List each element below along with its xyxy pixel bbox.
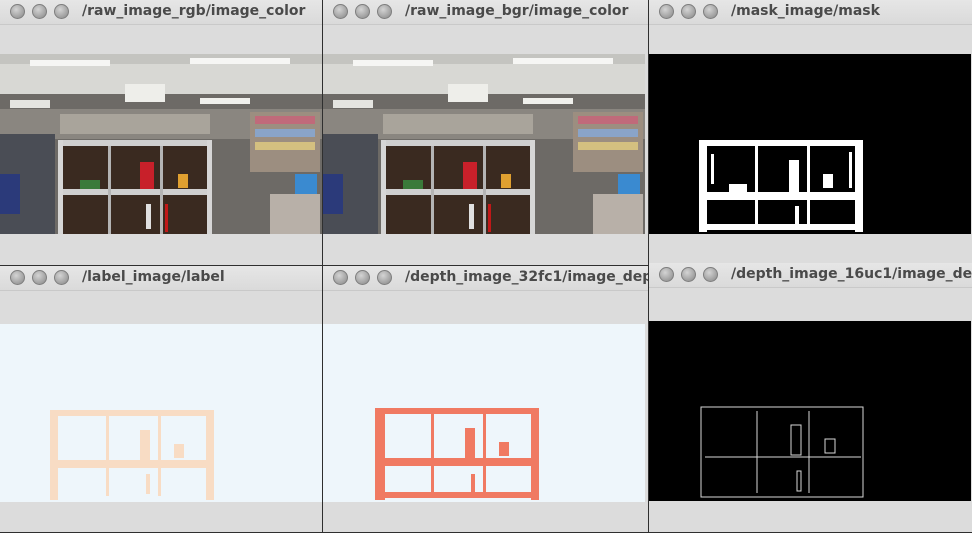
minimize-button[interactable] bbox=[355, 4, 370, 19]
window-raw-image-rgb[interactable]: /raw_image_rgb/image_color bbox=[0, 0, 323, 266]
close-button[interactable] bbox=[659, 4, 674, 19]
window-title: /depth_image_32fc1/image_depth bbox=[405, 269, 649, 285]
maximize-button[interactable] bbox=[54, 270, 69, 285]
mask-image bbox=[649, 54, 971, 234]
window-depth-image-16uc1[interactable]: /depth_image_16uc1/image_depth bbox=[649, 263, 972, 533]
close-button[interactable] bbox=[333, 4, 348, 19]
close-button[interactable] bbox=[659, 267, 674, 282]
window-titlebar[interactable]: /mask_image/mask bbox=[649, 0, 972, 25]
window-depth-image-32fc1[interactable]: /depth_image_32fc1/image_depth bbox=[323, 266, 649, 533]
minimize-button[interactable] bbox=[681, 4, 696, 19]
window-titlebar[interactable]: /label_image/label bbox=[0, 266, 322, 291]
window-title: /mask_image/mask bbox=[731, 3, 880, 19]
close-button[interactable] bbox=[10, 270, 25, 285]
depth-16uc1-image bbox=[649, 321, 971, 501]
window-title: /label_image/label bbox=[82, 269, 225, 285]
window-title: /depth_image_16uc1/image_depth bbox=[731, 266, 972, 282]
minimize-button[interactable] bbox=[32, 4, 47, 19]
maximize-button[interactable] bbox=[377, 270, 392, 285]
window-mask-image[interactable]: /mask_image/mask bbox=[649, 0, 972, 266]
label-image bbox=[0, 324, 322, 502]
rgb-camera-image bbox=[0, 54, 322, 234]
maximize-button[interactable] bbox=[54, 4, 69, 19]
window-titlebar[interactable]: /depth_image_16uc1/image_depth bbox=[649, 263, 972, 288]
window-title: /raw_image_rgb/image_color bbox=[82, 3, 306, 19]
window-titlebar[interactable]: /raw_image_rgb/image_color bbox=[0, 0, 322, 25]
minimize-button[interactable] bbox=[355, 270, 370, 285]
minimize-button[interactable] bbox=[32, 270, 47, 285]
window-titlebar[interactable]: /depth_image_32fc1/image_depth bbox=[323, 266, 648, 291]
close-button[interactable] bbox=[333, 270, 348, 285]
window-label-image[interactable]: /label_image/label bbox=[0, 266, 323, 533]
depth-32fc1-image bbox=[323, 324, 645, 502]
window-raw-image-bgr[interactable]: /raw_image_bgr/image_color bbox=[323, 0, 649, 266]
close-button[interactable] bbox=[10, 4, 25, 19]
maximize-button[interactable] bbox=[377, 4, 392, 19]
maximize-button[interactable] bbox=[703, 267, 718, 282]
window-title: /raw_image_bgr/image_color bbox=[405, 3, 629, 19]
window-titlebar[interactable]: /raw_image_bgr/image_color bbox=[323, 0, 648, 25]
bgr-camera-image bbox=[323, 54, 645, 234]
minimize-button[interactable] bbox=[681, 267, 696, 282]
maximize-button[interactable] bbox=[703, 4, 718, 19]
